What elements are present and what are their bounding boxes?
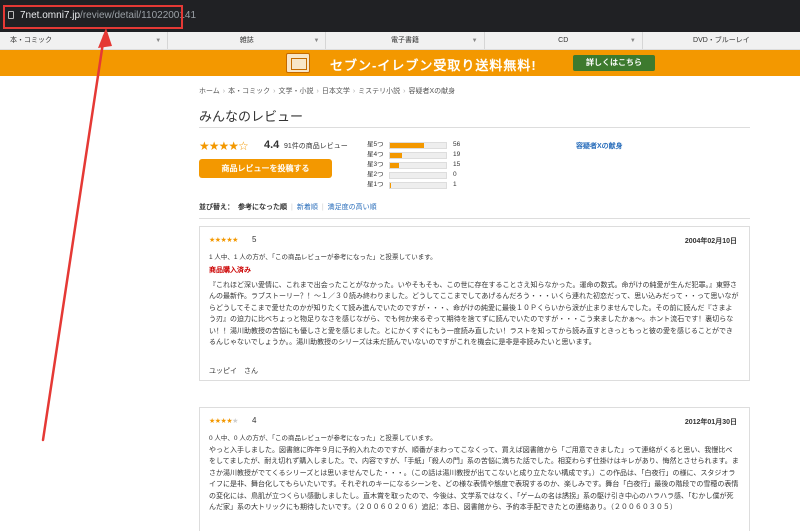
breadcrumb-separator: ›	[403, 88, 406, 95]
breadcrumb-separator: ›	[316, 88, 319, 95]
breadcrumb-separator: ›	[273, 88, 276, 95]
breadcrumb-separator: ›	[222, 88, 226, 95]
chevron-down-icon: ▼	[313, 38, 320, 44]
distribution-fill	[390, 153, 402, 158]
review-helpful-count: 0 人中、0 人の方が、「この商品レビューが参考になった」と投票しています。	[209, 435, 437, 442]
review-count[interactable]: 91件の商品レビュー	[284, 141, 348, 151]
review-card: ★★★★★ 5 2004年02月10日 1 人中、1 人の方が、「この商品レビュ…	[199, 226, 750, 381]
category-nav: 本・コミック ▼ 雑誌 ▼ 電子書籍 ▼ CD ▼ DVD・ブルーレイ	[0, 32, 800, 50]
write-review-button[interactable]: 商品レビューを投稿する	[199, 159, 332, 178]
distribution-label: 星5つ	[367, 141, 384, 148]
review-helpful-count: 1 人中、1 人の方が、「この商品レビューが参考になった」と投票しています。	[209, 254, 437, 261]
category-cd[interactable]: CD ▼	[485, 32, 643, 49]
distribution-row[interactable]: 星2つ 0	[367, 170, 477, 180]
sort-separator: |	[321, 204, 324, 211]
review-date: 2012年01月30日	[684, 419, 737, 426]
distribution-count: 1	[453, 181, 457, 188]
url-highlight-box	[3, 5, 183, 29]
category-label: 電子書籍	[391, 37, 419, 44]
distribution-label: 星4つ	[367, 151, 384, 158]
sort-helpful[interactable]: 参考になった順	[238, 204, 287, 211]
review-date: 2004年02月10日	[684, 238, 737, 245]
page-title: みんなのレビュー	[199, 109, 304, 124]
sort-newest[interactable]: 新着順	[297, 204, 318, 211]
distribution-label: 星1つ	[367, 181, 384, 188]
sort-label: 並び替え：	[199, 204, 234, 211]
distribution-count: 56	[453, 141, 461, 148]
category-ebooks[interactable]: 電子書籍 ▼	[326, 32, 485, 49]
breadcrumb-books[interactable]: 本・コミック	[228, 88, 270, 95]
promo-banner[interactable]: セブン-イレブン受取り送料無料! 詳しくはこちら	[0, 50, 800, 76]
book-title-link[interactable]: 容疑者Xの献身	[576, 141, 623, 151]
category-label: 雑誌	[239, 37, 254, 44]
review-stars-filled: ★★★★★	[209, 237, 238, 244]
review-stars-filled: ★★★★	[209, 418, 233, 425]
category-dvd-bluray[interactable]: DVD・ブルーレイ	[643, 32, 800, 49]
category-label: DVD・ブルーレイ	[693, 37, 750, 44]
breadcrumb-japanese-lit[interactable]: 日本文学	[322, 88, 350, 95]
chevron-down-icon: ▼	[629, 38, 636, 44]
distribution-fill	[390, 143, 425, 148]
review-stars: ★★★★★	[209, 236, 238, 244]
distribution-label: 星2つ	[367, 171, 384, 178]
review-stars-empty: ★	[232, 418, 238, 425]
review-body: やっと入手しました。図書館に昨年９月に予約入れたのですが、順番がまわってこなくっ…	[209, 447, 739, 512]
average-score: 4.4	[264, 139, 280, 151]
distribution-fill	[390, 183, 391, 188]
category-label: CD	[558, 37, 569, 44]
sort-separator: |	[291, 204, 293, 211]
purchased-badge: 商品購入済み	[209, 267, 251, 274]
review-body: 『これほど深い愛情に、これまで出会ったことがなかった。いやそもそも、この世に存在…	[209, 282, 739, 347]
store-icon	[286, 53, 310, 73]
breadcrumb-separator: ›	[352, 88, 356, 95]
rating-distribution: 星5つ 56 星4つ 19 星3つ 15 星2つ 0 星1つ 1	[367, 140, 477, 190]
distribution-bar	[389, 162, 447, 169]
category-books-comics[interactable]: 本・コミック ▼	[0, 32, 169, 49]
breadcrumb-literature[interactable]: 文学・小説	[278, 88, 313, 95]
sort-rating-high[interactable]: 満足度の高い順	[328, 204, 377, 211]
breadcrumb-mystery[interactable]: ミステリ小説	[358, 88, 400, 95]
divider	[199, 127, 750, 128]
banner-details-button[interactable]: 詳しくはこちら	[573, 55, 655, 71]
review-stars: ★★★★★	[209, 417, 238, 425]
distribution-row[interactable]: 星3つ 15	[367, 160, 477, 170]
distribution-row[interactable]: 星1つ 1	[367, 180, 477, 190]
category-magazines[interactable]: 雑誌 ▼	[168, 32, 327, 49]
review-score: 5	[252, 235, 257, 244]
distribution-row[interactable]: 星4つ 19	[367, 150, 477, 160]
review-author: ユッピイ さん	[209, 368, 258, 375]
category-label: 本・コミック	[10, 37, 52, 44]
distribution-count: 19	[453, 151, 461, 158]
distribution-bar	[389, 152, 447, 159]
rating-stars: ★★★★☆	[199, 139, 249, 153]
address-bar[interactable]: 7net.omni7.jp/review/detail/1102200141	[0, 0, 800, 32]
distribution-fill	[390, 163, 400, 168]
breadcrumb: ホーム › 本・コミック › 文学・小説 › 日本文学 › ミステリ小説 › 容疑者Xの献身	[199, 86, 455, 96]
distribution-count: 15	[453, 161, 461, 168]
distribution-bar	[389, 172, 447, 179]
review-card: ★★★★★ 4 2012年01月30日 0 人中、0 人の方が、「この商品レビュ…	[199, 407, 750, 531]
review-score: 4	[252, 416, 257, 425]
chevron-down-icon: ▼	[155, 38, 162, 44]
distribution-row[interactable]: 星5つ 56	[367, 140, 477, 150]
distribution-label: 星3つ	[367, 161, 384, 168]
distribution-bar	[389, 142, 447, 149]
sort-bar: 並び替え： 参考になった順 | 新着順 | 満足度の高い順	[199, 202, 377, 212]
breadcrumb-home[interactable]: ホーム	[199, 88, 220, 95]
breadcrumb-current: 容疑者Xの献身	[408, 88, 456, 95]
chevron-down-icon: ▼	[471, 38, 478, 44]
distribution-count: 0	[453, 171, 457, 178]
divider	[199, 218, 750, 219]
distribution-bar	[389, 182, 447, 189]
banner-text: セブン-イレブン受取り送料無料!	[330, 58, 537, 73]
